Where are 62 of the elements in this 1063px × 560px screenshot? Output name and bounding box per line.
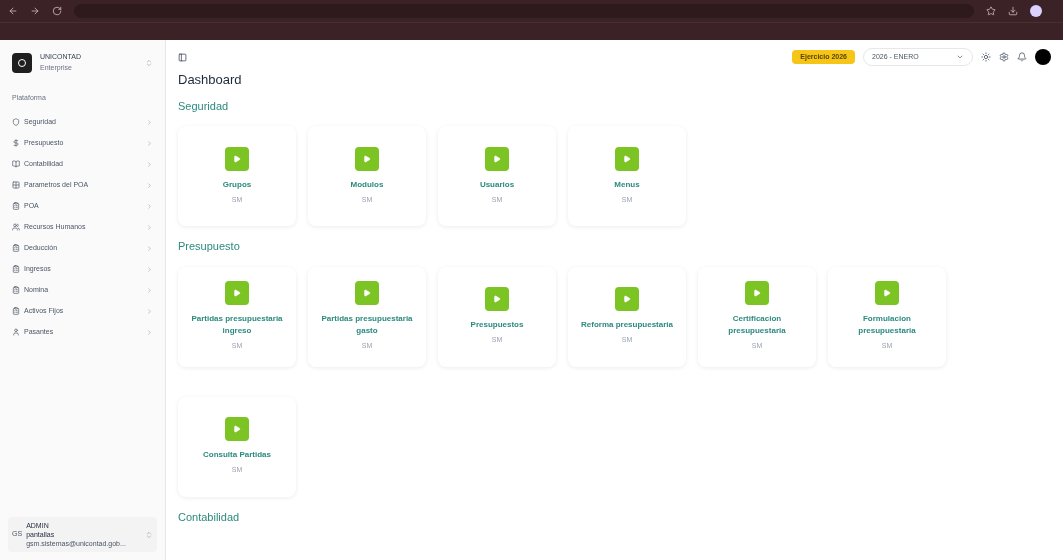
profile-icon[interactable] [1030,5,1042,17]
play-icon [225,281,249,306]
card-title: Presupuestos [470,319,524,332]
section-title: Contabilidad [178,509,241,525]
menu-item-icon [12,265,20,273]
sidebar-toggle-icon[interactable] [178,52,187,62]
download-icon[interactable] [1008,6,1018,16]
menu-item-icon [12,286,20,294]
card-title: Usuarios [479,178,515,191]
card-title: Menus [614,178,640,191]
menu-item-icon [12,223,20,231]
reload-icon[interactable] [52,6,62,16]
chevrons-icon [145,530,153,539]
card-title: Grupos [222,178,252,191]
chevron-icon [146,181,153,189]
play-icon [355,146,379,171]
menu-item-icon [12,202,20,210]
menu-item-icon [12,307,20,315]
chevron-icon [146,223,153,231]
menu-item-icon [12,328,20,336]
chevron-icon [146,118,153,126]
card-title: Modulos [350,178,384,191]
section-title: Presupuesto [178,239,241,254]
forward-icon[interactable] [30,6,40,16]
play-icon [485,287,509,312]
play-icon [615,146,639,171]
chevron-icon [146,307,153,315]
play-icon [875,281,899,306]
back-icon[interactable] [8,6,18,16]
card-title: Certificacion presupuestaria [727,313,787,338]
chevron-icon [146,286,153,294]
play-icon [225,417,249,442]
chevron-icon [146,244,153,252]
avatar-icon[interactable] [1035,49,1051,65]
star-icon[interactable] [986,6,996,16]
app-logo-icon [12,52,32,73]
card-title: Reforma presupuestaria [581,319,673,332]
chevron-down-icon [956,53,964,61]
sun-icon[interactable] [981,52,991,62]
play-icon [355,281,379,306]
play-icon [615,287,639,312]
menu-item-icon [12,244,20,252]
section-title: Seguridad [178,98,230,114]
play-icon [225,146,249,171]
menu-item-icon [12,118,20,126]
card-title: Consulta Partidas [203,449,271,462]
chevron-icon [146,328,153,336]
menu-item-icon [12,160,20,168]
page-title: Dashboard [178,71,243,89]
chevron-icon [146,265,153,273]
chevron-icon [146,139,153,147]
chevron-icon [146,160,153,168]
chevron-icon [146,202,153,210]
card-title: Partidas presupuestaria gasto [320,313,414,338]
menu-item-icon [12,181,20,189]
bell-icon[interactable] [1017,52,1027,62]
play-icon [745,281,769,306]
card-title: Formulacion presupuestaria [857,313,917,338]
menu-item-icon [12,139,20,147]
card-title: Partidas presupuestaria ingreso [190,313,284,338]
play-icon [485,146,509,171]
settings-icon[interactable] [999,52,1009,62]
